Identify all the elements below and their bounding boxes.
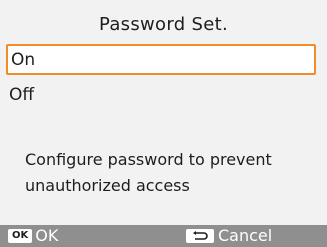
ok-key-icon: OK (8, 229, 33, 243)
ok-button[interactable]: OK OK (8, 227, 58, 245)
return-arrow-icon (186, 229, 214, 243)
footer-bar: OK OK Cancel (0, 225, 327, 247)
cancel-button[interactable]: Cancel (186, 227, 272, 245)
page-title: Password Set. (99, 14, 228, 35)
description-text: Configure password to prevent unauthoriz… (25, 150, 272, 195)
menu-item-off-label: Off (9, 85, 35, 105)
menu-item-on[interactable]: On (6, 44, 316, 75)
password-set-screen: Password Set. On Off Configure password … (0, 0, 327, 247)
ok-label: OK (35, 226, 59, 245)
menu-item-off[interactable]: Off (6, 81, 316, 112)
cancel-label: Cancel (218, 226, 273, 245)
menu-item-on-label: On (11, 50, 36, 70)
